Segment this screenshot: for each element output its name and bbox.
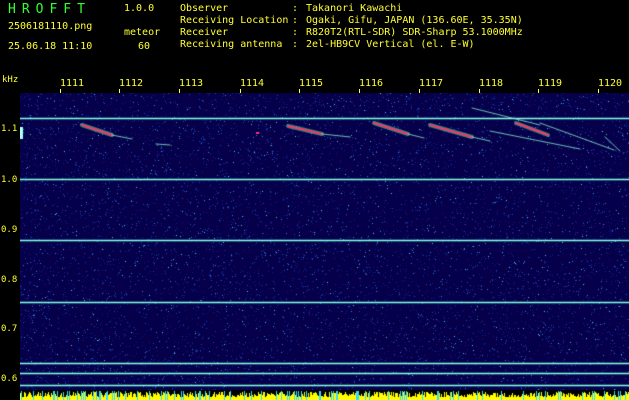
frequency-tick-label: 0.7	[1, 324, 18, 334]
time-tick-label: 1117	[418, 78, 444, 89]
header-panel: HROFFT 1.0.0 2506181110.png meteor 25.06…	[0, 0, 629, 72]
time-tick-label: 1119	[537, 78, 563, 89]
app-version: 1.0.0	[124, 3, 155, 14]
observer-label: Observer	[180, 3, 229, 14]
frequency-unit-label: kHz	[2, 75, 19, 85]
receiver-colon: :	[292, 27, 299, 38]
time-tick-label: 1120	[597, 78, 623, 89]
frequency-tick-label: 0.8	[1, 275, 18, 285]
time-tick-label: 1112	[118, 78, 144, 89]
date-time: 25.06.18 11:10	[8, 41, 93, 52]
receiver-label: Receiver	[180, 27, 229, 38]
frequency-tick-label: 1.0	[1, 175, 18, 185]
time-tick-label: 1113	[178, 78, 204, 89]
time-tick-label: 1115	[298, 78, 324, 89]
file-name: 2506181110.png	[8, 21, 93, 32]
antenna-label: Receiving antenna	[180, 39, 283, 50]
antenna-colon: :	[292, 39, 299, 50]
app-title: HROFFT	[8, 2, 91, 17]
frequency-tick-label: 0.9	[1, 225, 18, 235]
observer-value: Takanori Kawachi	[306, 3, 403, 14]
location-value: Ogaki, Gifu, JAPAN (136.60E, 35.35N)	[306, 15, 523, 26]
observer-colon: :	[292, 3, 299, 14]
location-colon: :	[292, 15, 299, 26]
time-tick-label: 1118	[478, 78, 504, 89]
meteor-count: 60	[138, 41, 151, 52]
location-label: Receiving Location	[180, 15, 289, 26]
frequency-tick-label: 0.6	[1, 374, 18, 384]
signal-power-bar	[20, 390, 629, 400]
time-tick-label: 1114	[239, 78, 265, 89]
meteor-label: meteor	[124, 27, 161, 38]
receiver-value: R820T2(RTL-SDR) SDR-Sharp 53.1000MHz	[306, 27, 523, 38]
antenna-value: 2el-HB9CV Vertical (el. E-W)	[306, 39, 475, 50]
spectrogram-canvas	[20, 93, 629, 390]
frequency-tick-label: 1.1	[1, 124, 18, 134]
time-tick-label: 1111	[59, 78, 85, 89]
time-tick-label: 1116	[358, 78, 384, 89]
